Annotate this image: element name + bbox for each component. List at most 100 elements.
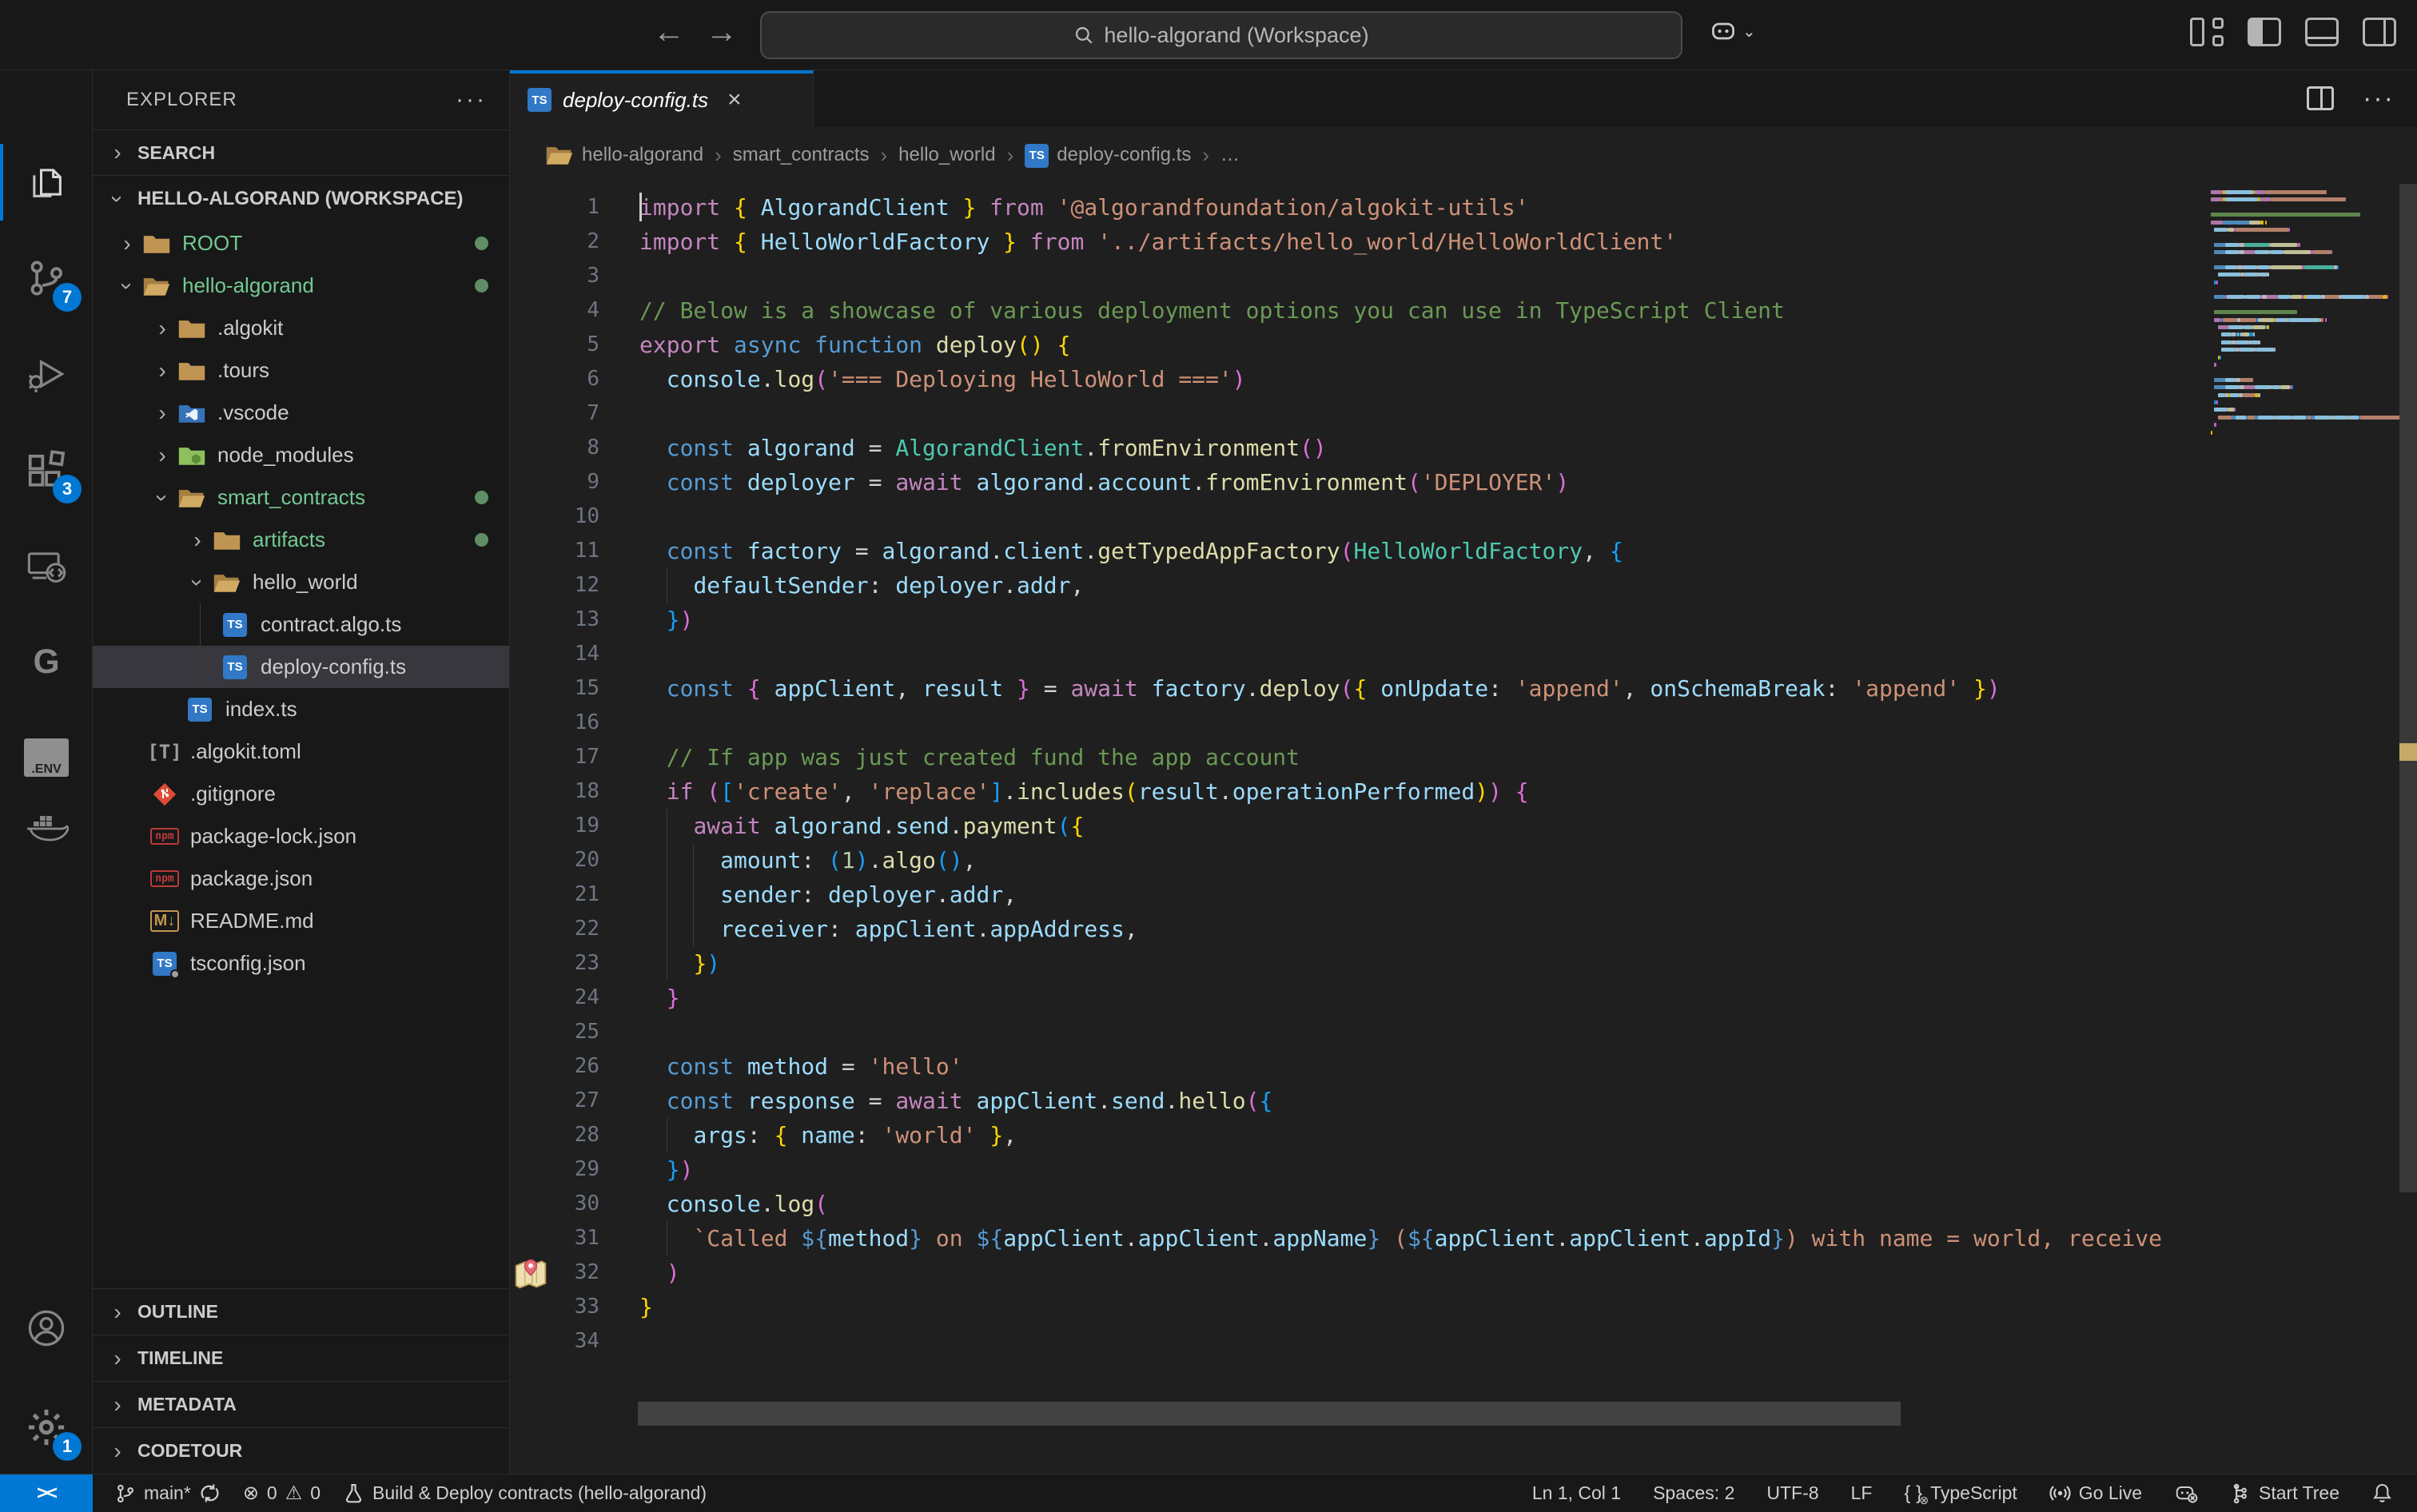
explorer-more-actions-icon[interactable]: ··· [456, 86, 487, 113]
horizontal-scrollbar[interactable] [638, 1402, 1901, 1426]
code-line[interactable]: export async function deploy() { [639, 328, 1070, 362]
tree-item-index-ts[interactable]: TSindex.ts [93, 688, 509, 730]
activity-item-settings[interactable]: 1 [0, 1383, 93, 1472]
code-line[interactable]: receiver: appClient.appAddress, [639, 912, 1138, 946]
forward-arrow-icon[interactable]: → [702, 14, 742, 50]
code-line[interactable]: // Below is a showcase of various deploy… [639, 293, 1785, 328]
activity-item-source-control[interactable]: 7 [0, 233, 93, 323]
section-outline[interactable]: ›OUTLINE [93, 1288, 509, 1335]
overview-ruler[interactable] [2399, 184, 2417, 1474]
code-line[interactable]: console.log('=== Deploying HelloWorld ==… [639, 362, 1246, 396]
status-cursor-position[interactable]: Ln 1, Col 1 [1532, 1482, 1621, 1504]
line-number: 22 [510, 912, 599, 946]
tree-item-smart-contracts[interactable]: ›smart_contracts [93, 476, 509, 519]
code-line[interactable]: }) [639, 946, 720, 981]
breadcrumb-item[interactable]: TSdeploy-config.ts [1025, 142, 1191, 168]
copilot-menu[interactable]: ⌄ [1709, 19, 1756, 43]
editor-more-actions-icon[interactable]: ··· [2363, 83, 2395, 114]
activity-item-remote-explorer[interactable] [0, 521, 93, 611]
tab-deploy-config[interactable]: TS deploy-config.ts × [510, 70, 814, 126]
code-line[interactable]: const { appClient, result } = await fact… [639, 671, 2001, 706]
code-line[interactable]: import { HelloWorldFactory } from '../ar… [639, 225, 1677, 259]
tree-item--tours[interactable]: ›.tours [93, 349, 509, 392]
tree-item--algokit[interactable]: ›.algokit [93, 307, 509, 349]
tree-item-tsconfig-json[interactable]: TStsconfig.json [93, 942, 509, 985]
toggle-secondary-sidebar-icon[interactable] [2363, 18, 2396, 46]
code-line[interactable]: console.log( [639, 1187, 828, 1221]
tree-item--vscode[interactable]: ›.vscode [93, 392, 509, 434]
tree-item-artifacts[interactable]: ›artifacts [93, 519, 509, 561]
tab-close-icon[interactable]: × [727, 86, 742, 113]
problems-item[interactable]: ⊗ 0 ⚠ 0 [243, 1482, 321, 1505]
breadcrumb-item[interactable]: hello_world [898, 144, 995, 166]
tree-item-package-lock-json[interactable]: npmpackage-lock.json [93, 815, 509, 857]
code-line[interactable]: await algorand.send.payment({ [639, 809, 1084, 843]
status-start-tree[interactable]: Start Tree [2230, 1482, 2339, 1504]
code-line[interactable]: amount: (1).algo(), [639, 843, 976, 877]
breadcrumb-item[interactable]: hello-algorand [545, 143, 703, 167]
code-line[interactable]: ) [639, 1255, 680, 1290]
code-line[interactable]: }) [639, 1152, 693, 1187]
code-line[interactable]: } [639, 1290, 653, 1324]
code-line[interactable]: }) [639, 603, 693, 637]
task-item[interactable]: Build & Deploy contracts (hello-algorand… [343, 1482, 707, 1504]
status-language-mode[interactable]: { }⊗TypeScript [1904, 1482, 2017, 1505]
minimap[interactable] [2211, 184, 2399, 1474]
tree-item-contract-algo-ts[interactable]: TScontract.algo.ts [93, 603, 509, 646]
status-notifications[interactable] [2371, 1482, 2393, 1504]
tree-item-hello-algorand[interactable]: ›hello-algorand [93, 265, 509, 307]
code-line[interactable]: // If app was just created fund the app … [639, 740, 1300, 774]
activity-item-run-debug[interactable] [0, 329, 93, 419]
activity-item-docker[interactable] [0, 783, 93, 873]
tree-item-node-modules[interactable]: ›node_modules [93, 434, 509, 476]
activity-item-accounts[interactable] [0, 1283, 93, 1373]
toggle-primary-sidebar-icon[interactable] [2248, 18, 2281, 46]
status-encoding[interactable]: UTF-8 [1766, 1482, 1818, 1504]
status-indentation[interactable]: Spaces: 2 [1653, 1482, 1734, 1504]
tree-item-package-json[interactable]: npmpackage.json [93, 857, 509, 900]
command-center-search[interactable]: hello-algorand (Workspace) [760, 11, 1682, 59]
status-eol[interactable]: LF [1851, 1482, 1873, 1504]
tree-item-readme-md[interactable]: M↓README.md [93, 900, 509, 942]
code-line[interactable]: defaultSender: deployer.addr, [639, 568, 1084, 603]
toggle-panel-icon[interactable] [2305, 18, 2339, 46]
section-metadata[interactable]: ›METADATA [93, 1381, 509, 1427]
git-branch-item[interactable]: main* [115, 1482, 221, 1504]
split-editor-icon[interactable] [2307, 86, 2334, 110]
code-editor[interactable]: 1import { AlgorandClient } from '@algora… [510, 184, 2417, 1474]
tree-item-label: ROOT [182, 231, 242, 256]
code-line[interactable]: import { AlgorandClient } from '@algoran… [639, 190, 1529, 225]
tree-item-hello-world[interactable]: ›hello_world [93, 561, 509, 603]
code-line[interactable]: `Called ${method} on ${appClient.appClie… [639, 1221, 2162, 1255]
chevron-right-icon: › [149, 443, 176, 468]
tree-item-deploy-config-ts[interactable]: TSdeploy-config.ts [93, 646, 509, 688]
tree-item-root[interactable]: ›ROOT [93, 222, 509, 265]
breadcrumb-item[interactable]: … [1220, 144, 1240, 166]
activity-item-extensions[interactable]: 3 [0, 425, 93, 515]
section-workspace[interactable]: › HELLO-ALGORAND (WORKSPACE) [93, 176, 509, 222]
code-line[interactable]: const factory = algorand.client.getTyped… [639, 534, 1623, 568]
section-timeline[interactable]: ›TIMELINE [93, 1335, 509, 1381]
customize-layout-icon[interactable] [2190, 18, 2224, 46]
remote-indicator[interactable]: >< [0, 1474, 93, 1512]
section-codetour[interactable]: ›CODETOUR [93, 1427, 509, 1474]
code-line[interactable]: const response = await appClient.send.he… [639, 1084, 1272, 1118]
section-search[interactable]: › SEARCH [93, 129, 509, 176]
status-go-live[interactable]: Go Live [2049, 1482, 2142, 1504]
code-line[interactable]: } [639, 981, 680, 1015]
code-line[interactable]: const algorand = AlgorandClient.fromEnvi… [639, 431, 1327, 465]
code-line[interactable]: const deployer = await algorand.account.… [639, 465, 1569, 499]
code-line[interactable]: args: { name: 'world' }, [639, 1118, 1017, 1152]
breadcrumb-item[interactable]: smart_contracts [733, 144, 870, 166]
code-line[interactable]: if (['create', 'replace'].includes(resul… [639, 774, 1529, 809]
code-line[interactable]: const method = 'hello' [639, 1049, 963, 1084]
tree-item--gitignore[interactable]: .gitignore [93, 773, 509, 815]
tree-item--algokit-toml[interactable]: [T].algokit.toml [93, 730, 509, 773]
status-copilot-status[interactable] [2174, 1482, 2198, 1504]
back-arrow-icon[interactable]: ← [649, 14, 689, 50]
code-line[interactable]: sender: deployer.addr, [639, 877, 1017, 912]
activity-item-explorer[interactable] [0, 137, 93, 227]
map-icon[interactable] [513, 1255, 548, 1291]
vertical-scrollbar[interactable] [2399, 184, 2417, 1192]
activity-item-gitlens[interactable]: G [0, 617, 93, 706]
